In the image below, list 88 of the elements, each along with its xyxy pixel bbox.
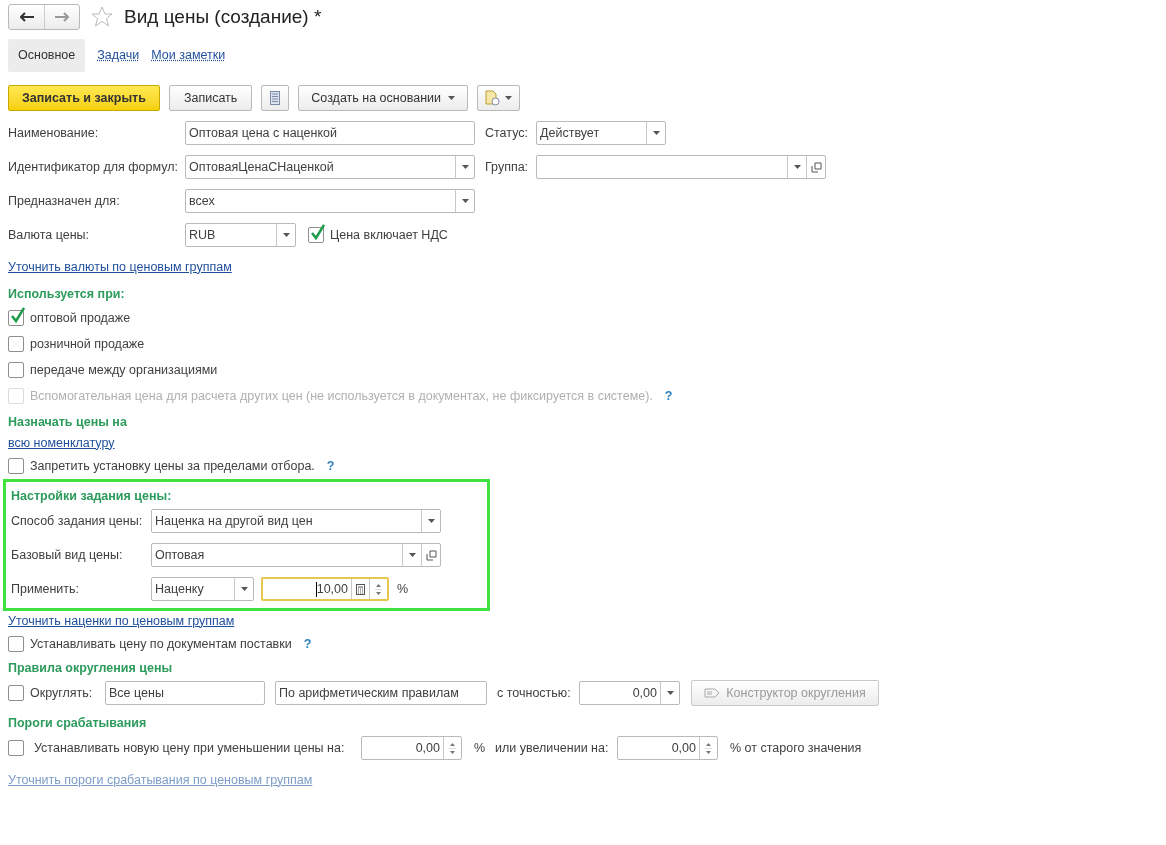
checkbox-label: Вспомогательная цена для расчета других цен (не используется в документах, не фиксируется в системе). (30, 387, 653, 405)
input-field[interactable]: Наценка на другой вид цен (151, 509, 441, 533)
field-label: или увеличении на: (495, 739, 610, 757)
open-window-icon (810, 161, 822, 173)
document-menu-button[interactable] (477, 85, 520, 111)
help-mark[interactable]: ? (326, 456, 335, 476)
save-and-close-button[interactable]: Записать и закрыть (8, 85, 160, 111)
field-label: Применить: (11, 580, 81, 598)
field-label: Идентификатор для формул: (8, 158, 179, 176)
document-icon (485, 90, 500, 106)
tab[interactable]: Основное (8, 39, 86, 72)
field-label: Статус: (485, 124, 529, 142)
caret-icon (666, 691, 674, 695)
link[interactable]: Уточнить наценки по ценовым группам (8, 611, 235, 631)
checkbox[interactable] (8, 636, 24, 652)
input-field[interactable]: По арифметическим правилам (275, 681, 487, 705)
caret-icon (793, 165, 801, 169)
field-label: Предназначен для: (8, 192, 121, 210)
list-button[interactable] (261, 85, 290, 111)
section-heading: Настройки задания цены: (11, 487, 172, 505)
create-based-on-button[interactable]: Создать на основании (298, 85, 468, 111)
left-arrow-icon (19, 12, 34, 22)
spin-arrows-icon (375, 583, 382, 595)
caret-icon (505, 96, 512, 100)
link[interactable]: Уточнить валюты по ценовым группам (8, 257, 232, 277)
list-icon (270, 91, 281, 105)
checkbox-label: розничной продаже (30, 335, 145, 353)
caret-icon (282, 233, 290, 237)
tag-icon (704, 687, 721, 699)
checkbox[interactable] (8, 362, 24, 378)
input-field[interactable]: Наценку (151, 577, 254, 601)
checkbox[interactable] (8, 336, 24, 352)
checkbox-label: Цена включает НДС (330, 226, 448, 244)
field-label: Наименование: (8, 124, 100, 142)
field-label: Базовый вид цены: (11, 546, 124, 564)
calculator-icon[interactable] (356, 583, 365, 595)
section-heading: Назначать цены на (8, 413, 127, 431)
input-field[interactable]: Действует (536, 121, 666, 145)
star-icon[interactable] (90, 5, 114, 29)
input-field[interactable]: 0,00 (361, 736, 462, 760)
caret-icon (448, 96, 455, 100)
caret-icon (427, 519, 435, 523)
field-label: Округлять: (30, 684, 94, 702)
save-button[interactable]: Записать (168, 85, 253, 111)
window-title: Вид цены (создание) * (124, 4, 322, 29)
input-field[interactable]: 0,00 (617, 736, 718, 760)
spin-arrows-icon (449, 742, 456, 754)
checkbox[interactable] (8, 740, 24, 756)
checkbox[interactable] (8, 310, 24, 326)
input-field[interactable]: Оптовая (151, 543, 441, 567)
section-heading: Используется при: (8, 285, 125, 303)
checkbox-label: Запретить установку цены за пределами отбора. (30, 457, 315, 475)
checkbox-label: Устанавливать цену по документам поставки (30, 635, 292, 653)
spin-arrows-icon (705, 742, 712, 754)
caret-icon (408, 553, 416, 557)
unit-label: % от старого значения (730, 739, 862, 757)
right-arrow-icon (55, 12, 69, 22)
input-field[interactable]: ОптоваяЦенаСНаценкой (185, 155, 475, 179)
input-field[interactable]: 0,00 (579, 681, 680, 705)
field-label: Способ задания цены: (11, 512, 144, 530)
caret-icon (461, 165, 469, 169)
field-label: Валюта цены: (8, 226, 91, 244)
input-field[interactable] (536, 155, 826, 179)
caret-icon (461, 199, 469, 203)
help-mark[interactable]: ? (303, 634, 312, 654)
checkbox[interactable] (8, 458, 24, 474)
section-heading: Правила округления цены (8, 659, 173, 677)
checkbox-label: Устанавливать новую цену при уменьшении цены на: (34, 739, 346, 757)
link[interactable]: всю номенклатуру (8, 433, 115, 453)
caret-icon (652, 131, 660, 135)
field-label: Группа: (485, 158, 530, 176)
input-field[interactable]: Оптовая цена с наценкой (185, 121, 475, 145)
section-heading: Пороги срабатывания (8, 714, 147, 732)
caret-icon (240, 587, 248, 591)
percent-field[interactable]: 10,00 (261, 577, 389, 601)
input-field[interactable]: всех (185, 189, 475, 213)
field-label: с точностью: (497, 684, 572, 702)
checkbox[interactable] (308, 227, 324, 243)
unit-label: % (397, 580, 409, 598)
open-window-icon (425, 549, 437, 561)
tab[interactable]: Мои заметки (151, 39, 226, 72)
checkbox[interactable] (8, 685, 24, 701)
tab[interactable]: Задачи (97, 39, 140, 72)
unit-label: % (474, 739, 487, 757)
input-field[interactable]: Все цены (105, 681, 265, 705)
checkbox-label: оптовой продаже (30, 309, 131, 327)
checkbox-label: передаче между организациями (30, 361, 218, 379)
input-field[interactable]: RUB (185, 223, 296, 247)
